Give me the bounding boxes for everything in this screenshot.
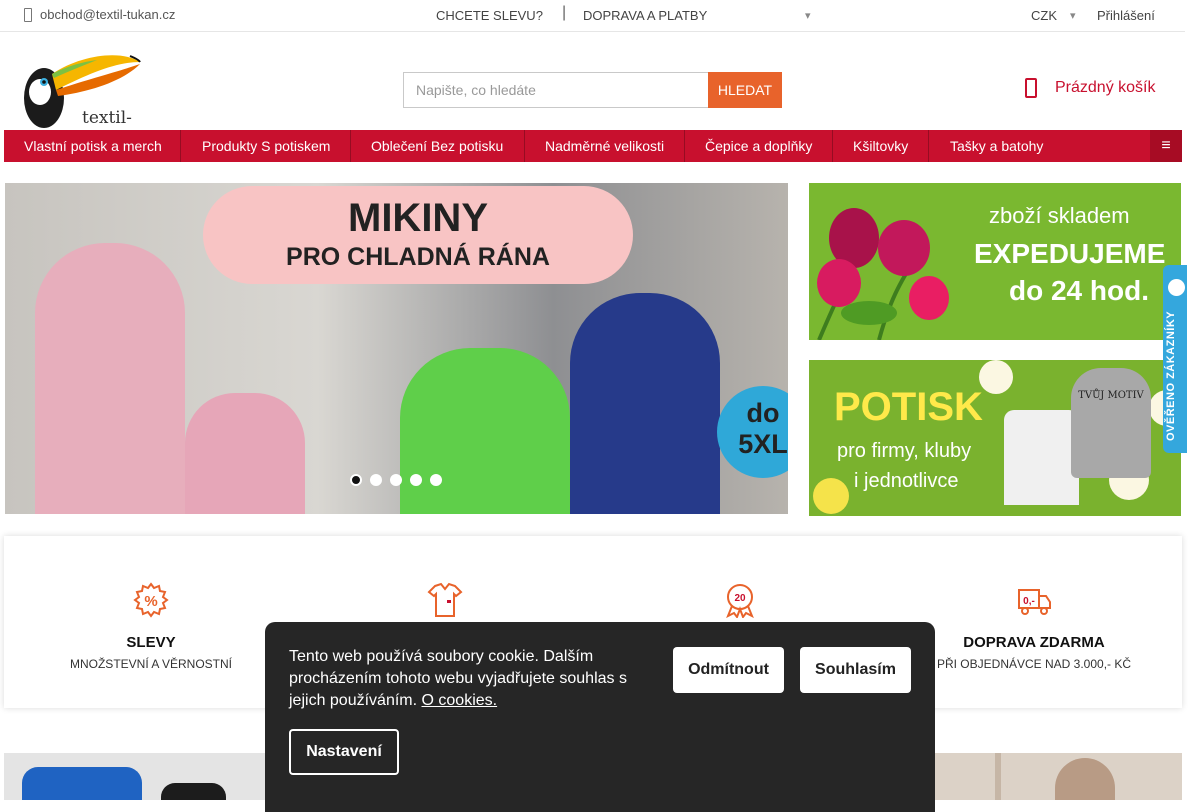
hoodie-mockup (1071, 368, 1151, 478)
slide-subtitle: PRO CHLADNÁ RÁNA (286, 243, 550, 271)
logo[interactable]: textil-tukan.cz (22, 48, 202, 148)
more-menu-icon[interactable]: ▾ (805, 9, 811, 22)
svg-text:0,-: 0,- (1023, 596, 1035, 607)
search-input[interactable] (403, 72, 708, 108)
hero-slider[interactable]: MIKINY PRO CHLADNÁ RÁNA do 5XL (5, 183, 788, 514)
chevron-down-icon: ▾ (1070, 10, 1076, 22)
photo-detail (995, 753, 1001, 800)
nav-item-printed-products[interactable]: Produkty S potiskem (181, 130, 351, 162)
size-badge-line1: do (746, 398, 780, 428)
cart-icon (1025, 78, 1037, 98)
flower-decoration (979, 360, 1013, 394)
slider-dot-3[interactable] (390, 474, 402, 486)
svg-text:20: 20 (734, 593, 746, 604)
stock-banner[interactable]: zboží skladem EXPEDUJEME do 24 hod. (809, 183, 1181, 340)
nav-item-caps[interactable]: Kšiltovky (833, 130, 929, 162)
benefit-shirt (295, 582, 595, 618)
trust-badge[interactable]: OVĚŘENO ZÁKAZNÍKY (1163, 265, 1187, 453)
slider-dot-5[interactable] (430, 474, 442, 486)
shirt-icon (427, 582, 463, 618)
print-motif-label: TVŮJ MOTIV (1078, 390, 1144, 401)
benefit-years: 20 (590, 582, 890, 620)
main-nav: Vlastní potisk a merch Produkty S potisk… (4, 130, 1182, 162)
benefit-title: SLEVY (126, 634, 176, 651)
benefit-subtitle: MNOŽSTEVNÍ A VĚRNOSTNÍ (69, 657, 233, 671)
award-20-icon: 20 (722, 582, 758, 620)
svg-text:%: % (144, 593, 157, 610)
slide-photo-man (570, 293, 720, 514)
bag-photo (161, 783, 226, 800)
size-badge: do 5XL (717, 386, 788, 478)
tshirt-mockup (1004, 410, 1079, 505)
nav-item-plus-sizes[interactable]: Nadměrné velikosti (525, 130, 685, 162)
print-banner-line1: POTISK (834, 385, 983, 429)
topbar-separator: | (562, 4, 567, 21)
slide-title: MIKINY (348, 196, 488, 240)
slide-banner: MIKINY PRO CHLADNÁ RÁNA (203, 186, 633, 284)
cookie-info-link[interactable]: O cookies. (422, 692, 498, 709)
nav-item-custom-print[interactable]: Vlastní potisk a merch (4, 130, 181, 162)
cookie-settings-button[interactable]: Nastavení (289, 729, 399, 775)
cookie-accept-button[interactable]: Souhlasím (800, 647, 911, 693)
trust-badge-label: OVĚŘENO ZÁKAZNÍKY (1165, 310, 1177, 441)
slide-photo-girl (185, 393, 305, 514)
currency-select[interactable]: CZK (1031, 8, 1057, 23)
cart[interactable]: Prázdný košík (1025, 78, 1155, 98)
slider-dot-1[interactable] (350, 474, 362, 486)
percent-icon: % (133, 582, 169, 618)
print-banner-line3: i jednotlivce (854, 470, 959, 492)
shipping-link[interactable]: DOPRAVA A PLATBY (583, 8, 707, 23)
slide-photo-boy (400, 348, 570, 514)
print-banner-line2: pro firmy, kluby (837, 440, 972, 462)
benefit-discounts: % SLEVY MNOŽSTEVNÍ A VĚRNOSTNÍ (1, 582, 301, 671)
cookie-decline-button[interactable]: Odmítnout (673, 647, 784, 693)
cart-label: Prázdný košík (1055, 79, 1156, 96)
tulips-icon (817, 208, 949, 340)
truck-icon: 0,- (1016, 582, 1052, 618)
print-banner[interactable]: TVŮJ MOTIV POTISK pro firmy, kluby i jed… (809, 360, 1181, 516)
search-bar: HLEDAT (403, 72, 782, 108)
menu-icon[interactable]: ≡ (1150, 130, 1182, 162)
slider-dots (350, 474, 442, 486)
verified-icon (1168, 279, 1185, 296)
nav-item-plain-clothing[interactable]: Oblečení Bez potisku (351, 130, 525, 162)
email-text: obchod@textil-tukan.cz (40, 7, 176, 22)
discount-link[interactable]: CHCETE SLEVU? (436, 8, 543, 23)
flower-decoration (813, 478, 849, 514)
stock-banner-line3: do 24 hod. (1009, 275, 1149, 306)
category-tile-tshirts[interactable] (4, 753, 269, 800)
size-badge-line2: 5XL (738, 429, 788, 459)
cookie-banner: Tento web používá soubory cookie. Dalším… (265, 622, 935, 812)
tshirt-photo (22, 767, 142, 800)
phone-icon (24, 7, 32, 22)
category-tile-sport[interactable] (935, 753, 1182, 800)
nav-item-hats[interactable]: Čepice a doplňky (685, 130, 833, 162)
person-photo (1055, 758, 1115, 800)
cookie-text-block: Tento web používá soubory cookie. Dalším… (289, 646, 639, 712)
slider-dot-2[interactable] (370, 474, 382, 486)
login-link[interactable]: Přihlášení (1097, 8, 1155, 23)
stock-banner-line1: zboží skladem (989, 203, 1130, 228)
top-bar: obchod@textil-tukan.cz CHCETE SLEVU? | D… (0, 0, 1185, 32)
search-button[interactable]: HLEDAT (708, 72, 782, 108)
email-link[interactable]: obchod@textil-tukan.cz (24, 7, 175, 22)
slide-photo-woman (35, 243, 185, 514)
slider-dot-4[interactable] (410, 474, 422, 486)
nav-item-bags[interactable]: Tašky a batohy (929, 130, 1064, 162)
stock-banner-line2: EXPEDUJEME (974, 238, 1166, 269)
